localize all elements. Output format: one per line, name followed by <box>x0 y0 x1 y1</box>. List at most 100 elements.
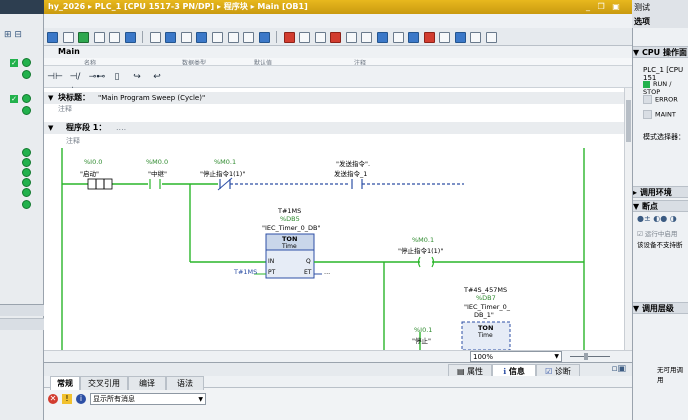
show-comments-icon[interactable] <box>258 32 270 43</box>
col-type: 数据类型 <box>182 60 207 66</box>
error-filter-icon[interactable]: ✕ <box>48 394 58 404</box>
compare-icon[interactable] <box>454 32 466 43</box>
message-filter-select[interactable]: 显示所有消息 ▼ <box>90 393 206 405</box>
contact-relay-name: "中继" <box>148 170 167 178</box>
window-controls[interactable]: _ ❐ ▣ × <box>586 0 632 25</box>
warning-filter-icon[interactable]: ! <box>62 394 72 404</box>
maint-led-icon <box>643 110 652 119</box>
breakpoint-tools[interactable]: ●± ◐● ◑ <box>637 214 677 223</box>
contact-send-name: 发送指令_1 <box>334 170 368 178</box>
step-into-icon[interactable] <box>314 32 326 43</box>
contact-relay-addr: %M0.0 <box>146 158 169 166</box>
editor-scroll-thumb[interactable] <box>626 100 631 142</box>
open-all-icon[interactable] <box>149 32 161 43</box>
task-card-title: 测试 <box>634 3 650 12</box>
tab-syntax[interactable]: 语法 <box>166 376 204 390</box>
nc-contact-icon[interactable]: ⊣/⊢ <box>66 70 84 96</box>
left-pane-section <box>0 304 44 316</box>
status-dot-10 <box>22 200 31 211</box>
timer2-sub: Time <box>478 332 493 339</box>
status-dot-3 <box>22 94 31 105</box>
info-pane: 常规 交叉引用 编译 语法 ✕ ! i 显示所有消息 ▼ <box>44 376 632 420</box>
restore-icon[interactable]: ❐ <box>598 2 605 11</box>
collapse-icon[interactable]: ▼ <box>48 92 53 104</box>
block-interface-header: Main <box>44 46 632 58</box>
led-maint: MAINT <box>643 110 676 119</box>
chevron-down-icon: ▼ <box>554 353 559 360</box>
bp-collapse-icon: ▼ <box>633 202 642 211</box>
contact-start-addr: %I0.0 <box>84 158 103 166</box>
task-card-header: 测试 选项 <box>632 0 688 28</box>
breakpoint-icon[interactable] <box>283 32 295 43</box>
monitor-icon[interactable] <box>78 32 90 43</box>
call-env-expand-icon: ▸ <box>633 188 640 197</box>
info-tab-strip: 常规 交叉引用 编译 语法 <box>44 376 632 390</box>
inspector-tabs: ▤ 属性 ℹ 信息 ☑ 诊断 ▫▣ <box>44 362 632 378</box>
call-level-header[interactable]: ▼ 调用层级 <box>633 302 688 314</box>
cpu-panel-header[interactable]: ▼ CPU 操作面 <box>633 46 688 58</box>
download-icon[interactable] <box>124 32 136 43</box>
timer1-et-value: ... <box>324 268 331 276</box>
favorites-icon[interactable] <box>180 32 192 43</box>
box-icon[interactable]: ▯ <box>108 70 126 84</box>
contact-send-addr: "发送指令". <box>336 160 371 168</box>
test-task-card: ▼ CPU 操作面 PLC_1 [CPU 151 RUN / STOP ERRO… <box>632 28 688 420</box>
ladder-editor: ▼ 块标题： "Main Program Sweep (Cycle)" 注释 ▼… <box>44 88 624 350</box>
zoom-out-icon[interactable] <box>377 32 389 43</box>
call-level-collapse-icon: ▼ <box>633 304 642 313</box>
ladder-diagram <box>61 148 585 350</box>
timer1-et: ET <box>304 269 312 276</box>
tab-compile[interactable]: 编译 <box>128 376 166 390</box>
panel-menu-icon[interactable]: ▫▣ <box>611 364 626 374</box>
expand-icon[interactable] <box>243 32 255 43</box>
status-ok-1: ✓ <box>10 59 18 67</box>
stop-icon[interactable] <box>423 32 435 43</box>
info-filter-icon[interactable]: i <box>76 394 86 404</box>
paste-icon[interactable] <box>109 32 121 43</box>
minimize-icon[interactable]: _ <box>586 2 590 11</box>
online-glasses-icon[interactable] <box>470 32 482 43</box>
zoom-slider[interactable] <box>570 356 610 357</box>
clear-breakpoints-icon[interactable] <box>330 32 342 43</box>
tab-cross-ref[interactable]: 交叉引用 <box>80 376 128 390</box>
col-comment: 注释 <box>354 60 367 66</box>
coil-icon[interactable]: ⊸⊷ <box>88 70 106 84</box>
call-icon[interactable] <box>392 32 404 43</box>
zoom-value: 100% <box>473 353 494 361</box>
insert-network-icon[interactable] <box>47 32 58 43</box>
tab-general[interactable]: 常规 <box>50 376 80 390</box>
breakpoints-header[interactable]: ▼ 断点 <box>633 200 688 212</box>
run-icon[interactable] <box>439 32 451 43</box>
call-env-header[interactable]: ▸ 调用环境 <box>633 186 688 198</box>
comment-icon[interactable] <box>212 32 224 43</box>
unsupported-note: 该设备不支持断 <box>637 241 683 249</box>
delete-network-icon[interactable] <box>62 32 74 43</box>
timer1-db: %DB5 <box>280 215 300 223</box>
close-branch-icon[interactable]: ↩ <box>148 70 166 84</box>
coil-name: "停止指令1(1)" <box>398 247 444 255</box>
block-title-value: "Main Program Sweep (Cycle)" <box>98 94 206 102</box>
error-led-icon <box>643 95 652 104</box>
goto-icon[interactable] <box>227 32 239 43</box>
run-enable-checkbox[interactable]: ☑ 运行中启用 <box>637 228 677 238</box>
step-icon[interactable] <box>299 32 311 43</box>
timer1-type: TON <box>282 235 298 243</box>
ladder-instruction-bar: ⊣⊢ ⊣/⊢ ⊸⊷ ▯ ↪ ↩ <box>44 66 632 96</box>
open-branch-icon[interactable]: ↪ <box>128 70 146 84</box>
zoom-slider-thumb[interactable] <box>584 353 588 360</box>
col-default: 默认值 <box>254 60 273 66</box>
network-row: ▼ 程序段 1： .... <box>44 122 624 134</box>
more-icon[interactable] <box>485 32 497 43</box>
zoom-select[interactable]: 100% ▼ <box>470 351 562 362</box>
title-spacer <box>44 14 632 28</box>
pan-icon[interactable] <box>345 32 357 43</box>
status-dot-1 <box>22 58 31 69</box>
network-collapse-icon[interactable]: ▼ <box>48 122 53 134</box>
float-icon[interactable]: ▣ <box>612 2 620 11</box>
zoom-in-icon[interactable] <box>361 32 373 43</box>
close-all-icon[interactable] <box>165 32 177 43</box>
absolute-address-icon[interactable] <box>196 32 208 43</box>
copy-icon[interactable] <box>93 32 105 43</box>
no-contact-icon[interactable]: ⊣⊢ <box>46 70 64 84</box>
call-env-icon[interactable] <box>408 32 420 43</box>
